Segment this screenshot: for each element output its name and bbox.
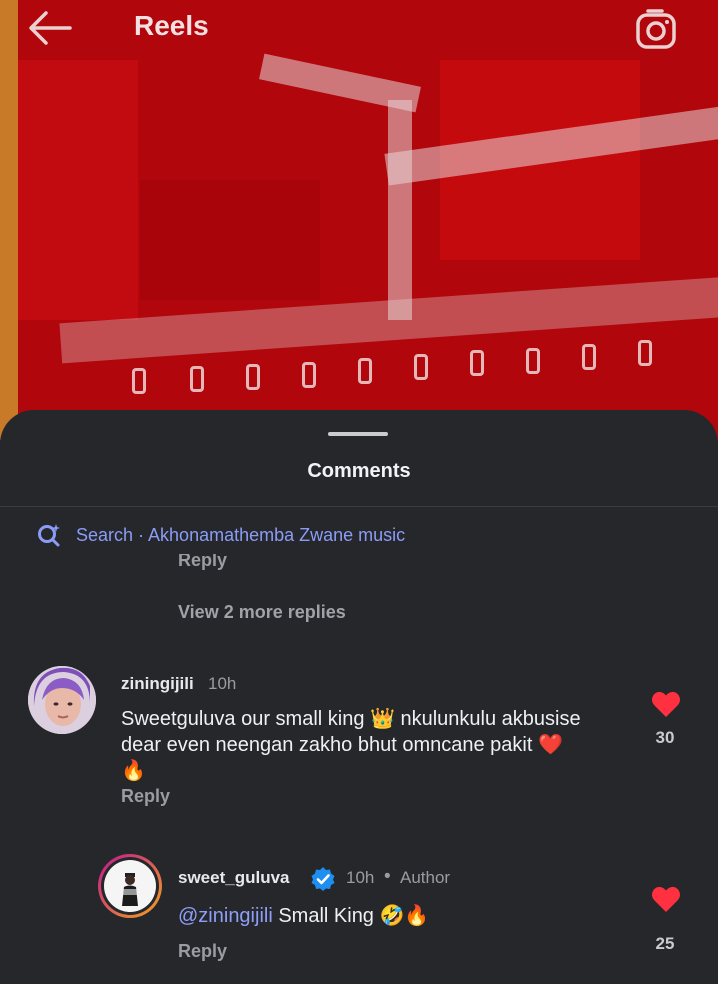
- author-tag: Author: [400, 868, 451, 887]
- reel-video[interactable]: [0, 0, 718, 440]
- video-slots: [60, 330, 718, 410]
- sheet-title: Comments: [307, 460, 411, 482]
- top-bar: Reels: [0, 0, 718, 56]
- verified-badge-icon: [311, 867, 335, 891]
- mention-link[interactable]: @ziningijili: [178, 905, 273, 927]
- drag-handle[interactable]: [328, 432, 388, 436]
- comments-sheet: Comments Search · Akhonamathemba Zwane m…: [0, 410, 718, 984]
- avatar-image: [28, 666, 96, 734]
- avatar[interactable]: [28, 666, 96, 734]
- search-suggestion-text: Search · Akhonamathemba Zwane music: [76, 524, 406, 545]
- camera-button[interactable]: [634, 6, 680, 52]
- reply-comment-item: sweet_guluva 10h • Author @ziningijili S…: [0, 850, 718, 984]
- video-artifact: [18, 60, 138, 320]
- reply-button[interactable]: Reply: [121, 786, 170, 807]
- like-count: 25: [655, 934, 675, 953]
- comment-time: 10h: [346, 868, 375, 887]
- comment-item: ziningijili 10h Sweetguluva our small ki…: [0, 660, 718, 820]
- comment-username[interactable]: sweet_guluva: [178, 868, 290, 888]
- comment-text-line: @ziningijili Small King 🤣🔥: [178, 903, 618, 929]
- arrow-left-icon: [29, 11, 72, 45]
- reply-label: Reply: [178, 554, 228, 570]
- camera-icon: [636, 9, 676, 49]
- comment-username[interactable]: ziningijili: [121, 674, 194, 694]
- video-shape: [388, 100, 412, 320]
- comment-text: Sweetguluva our small king 👑 nkulunkulu …: [121, 708, 581, 782]
- reply-button[interactable]: Reply: [178, 554, 227, 576]
- video-artifact: [0, 0, 18, 440]
- author-dot: •: [384, 866, 391, 887]
- heart-icon[interactable]: [651, 690, 681, 718]
- comment-text: Small King 🤣🔥: [272, 905, 430, 927]
- search-sparkle-icon: [38, 524, 60, 547]
- heart-icon[interactable]: [651, 885, 681, 913]
- back-button[interactable]: [26, 8, 74, 48]
- page-title: Reels: [134, 10, 209, 41]
- view-more-replies-button[interactable]: View 2 more replies: [178, 602, 346, 623]
- avatar[interactable]: [98, 854, 162, 918]
- divider: [0, 506, 718, 507]
- video-artifact: [140, 180, 320, 300]
- search-suggestion[interactable]: Search · Akhonamathemba Zwane music: [36, 520, 405, 550]
- comment-time: 10h: [208, 674, 237, 693]
- like-count: 30: [655, 728, 675, 747]
- avatar-image: [104, 860, 156, 912]
- reply-button[interactable]: Reply: [178, 941, 227, 962]
